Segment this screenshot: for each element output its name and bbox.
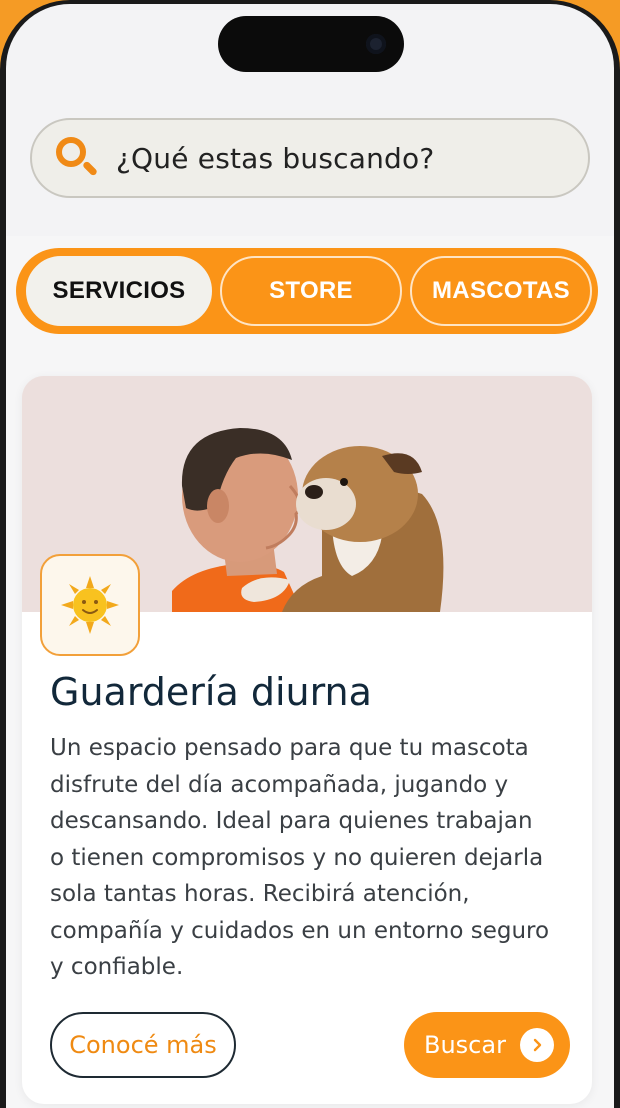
chevron-right-icon [520, 1028, 554, 1062]
description-line: o tienen compromisos y no quieren dejarl… [50, 844, 544, 871]
sun-icon [61, 576, 119, 634]
service-card: Guardería diurna Un espacio pensado para… [22, 376, 592, 1104]
dynamic-island [218, 16, 404, 72]
search-icon [54, 135, 100, 181]
search-button[interactable]: Buscar [404, 1012, 570, 1078]
tab-store[interactable]: STORE [220, 256, 402, 326]
category-tabs: SERVICIOS STORE MASCOTAS [16, 248, 598, 334]
card-description: Un espacio pensado para que tu mascota d… [50, 730, 570, 986]
tab-mascotas[interactable]: MASCOTAS [410, 256, 592, 326]
description-line: y confiable. [50, 954, 184, 980]
learn-more-label: Conocé más [69, 1031, 217, 1059]
description-line: disfrute del día acompañada, jugando y [50, 771, 509, 798]
description-line: sola tantas horas. Recibirá atención, [50, 881, 470, 907]
service-badge [40, 554, 140, 656]
search-input[interactable]: ¿Qué estas buscando? [116, 142, 434, 175]
learn-more-button[interactable]: Conocé más [50, 1012, 236, 1078]
search-button-label: Buscar [424, 1031, 506, 1059]
phone-frame: ¿Qué estas buscando? SERVICIOS STORE MAS… [0, 0, 620, 1108]
card-title: Guardería diurna [50, 670, 372, 714]
search-bar[interactable]: ¿Qué estas buscando? [30, 118, 590, 198]
camera-icon [366, 34, 386, 54]
description-line: compañía y cuidados en un entorno seguro [50, 917, 550, 944]
description-line: Un espacio pensado para que tu mascota [50, 735, 529, 761]
screen: ¿Qué estas buscando? SERVICIOS STORE MAS… [6, 4, 614, 1108]
description-line: descansando. Ideal para quienes trabajan [50, 808, 533, 834]
tab-servicios[interactable]: SERVICIOS [26, 256, 212, 326]
